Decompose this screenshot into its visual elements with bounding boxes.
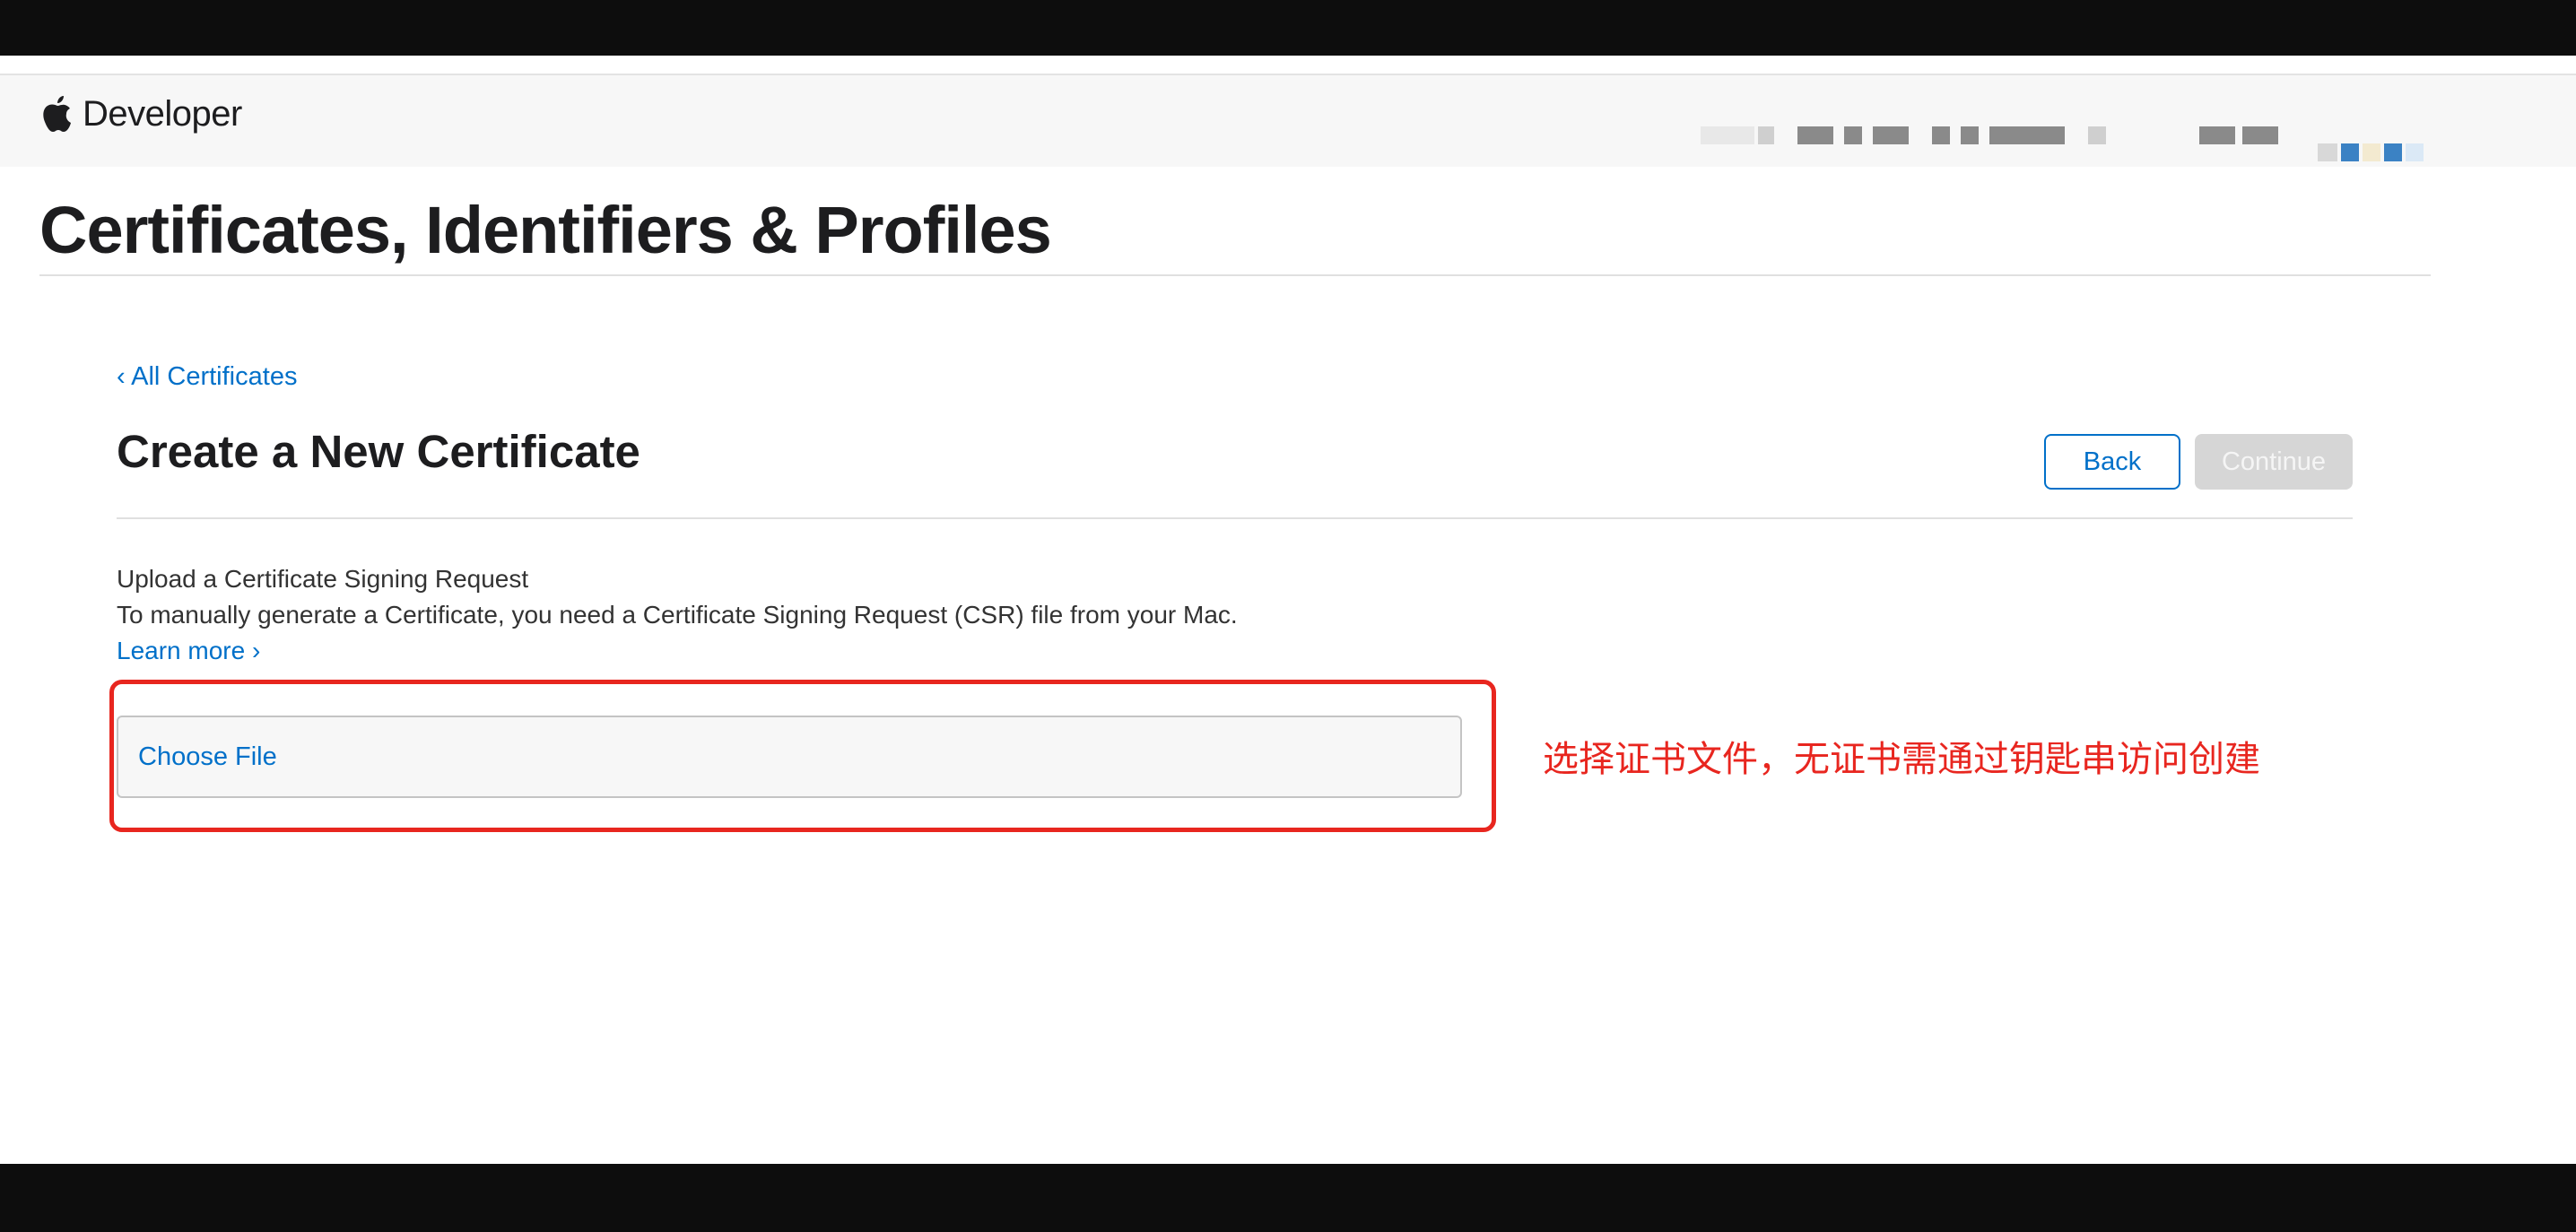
brand-label: Developer [83, 93, 242, 134]
page-title: Certificates, Identifiers & Profiles [39, 193, 1052, 267]
continue-button[interactable]: Continue [2195, 434, 2353, 490]
avatar[interactable] [2318, 143, 2434, 179]
account-menu-redacted[interactable] [1701, 122, 2282, 149]
back-button[interactable]: Back [2044, 434, 2180, 490]
apple-logo-icon [39, 92, 75, 135]
all-certificates-link[interactable]: ‹ All Certificates [117, 362, 297, 392]
choose-file-input[interactable]: Choose File [117, 716, 1462, 798]
learn-more-link[interactable]: Learn more › [117, 637, 260, 665]
upload-heading: Upload a Certificate Signing Request [117, 565, 529, 593]
choose-file-label: Choose File [138, 742, 277, 771]
section-divider [117, 517, 2353, 519]
upload-description: To manually generate a Certificate, you … [117, 601, 1238, 629]
developer-brand-link[interactable]: Developer [39, 91, 242, 136]
annotation-text: 选择证书文件，无证书需通过钥匙串访问创建 [1543, 739, 2260, 780]
title-divider [39, 274, 2431, 276]
section-title: Create a New Certificate [117, 426, 640, 477]
global-nav: Developer [0, 74, 2576, 167]
top-black-bar [0, 0, 2576, 56]
bottom-black-bar [0, 1164, 2576, 1232]
